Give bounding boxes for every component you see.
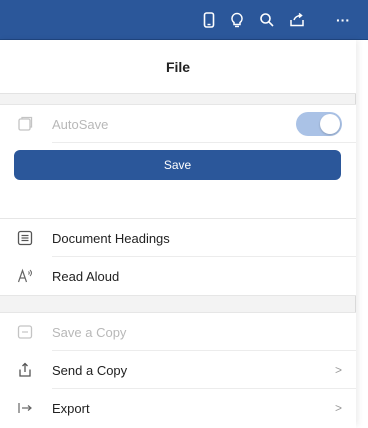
export-icon xyxy=(16,399,34,417)
share-icon[interactable] xyxy=(287,10,307,30)
document-headings-row[interactable]: Document Headings xyxy=(0,219,356,257)
view-section: Document Headings Read Aloud xyxy=(0,218,356,296)
save-copy-icon xyxy=(16,323,34,341)
autosave-row: AutoSave xyxy=(0,105,356,143)
read-aloud-row[interactable]: Read Aloud xyxy=(0,257,356,295)
export-label: Export xyxy=(52,400,90,416)
list-icon xyxy=(16,229,34,247)
save-button-row: Save xyxy=(0,143,356,187)
panel-title: File xyxy=(0,40,356,94)
more-icon[interactable]: ··· xyxy=(333,10,353,30)
send-icon xyxy=(16,361,34,379)
more-label: ··· xyxy=(336,12,350,28)
file-actions-section: Save a Copy Send a Copy > Export > xyxy=(0,312,356,428)
file-panel: File AutoSave Save Document Headings Rea… xyxy=(0,40,356,428)
search-icon[interactable] xyxy=(257,10,277,30)
save-a-copy-label: Save a Copy xyxy=(52,324,127,340)
autosave-toggle[interactable] xyxy=(296,112,342,136)
autosave-icon xyxy=(16,115,34,133)
read-aloud-label: Read Aloud xyxy=(52,268,120,284)
document-headings-label: Document Headings xyxy=(52,230,170,246)
read-aloud-icon xyxy=(16,267,34,285)
send-a-copy-row[interactable]: Send a Copy > xyxy=(0,351,356,389)
toggle-knob xyxy=(320,114,340,134)
chevron-right-icon: > xyxy=(334,401,342,415)
save-section: AutoSave Save xyxy=(0,104,356,224)
app-window: ··· File AutoSave Save Document Headings… xyxy=(0,0,368,428)
top-toolbar: ··· xyxy=(0,0,368,40)
send-a-copy-label: Send a Copy xyxy=(52,362,128,378)
chevron-right-icon: > xyxy=(334,363,342,377)
save-button[interactable]: Save xyxy=(14,150,341,180)
save-a-copy-row: Save a Copy xyxy=(0,313,356,351)
autosave-label: AutoSave xyxy=(52,116,109,132)
export-row[interactable]: Export > xyxy=(0,389,356,427)
lightbulb-icon[interactable] xyxy=(227,10,247,30)
tablet-icon[interactable] xyxy=(199,10,219,30)
